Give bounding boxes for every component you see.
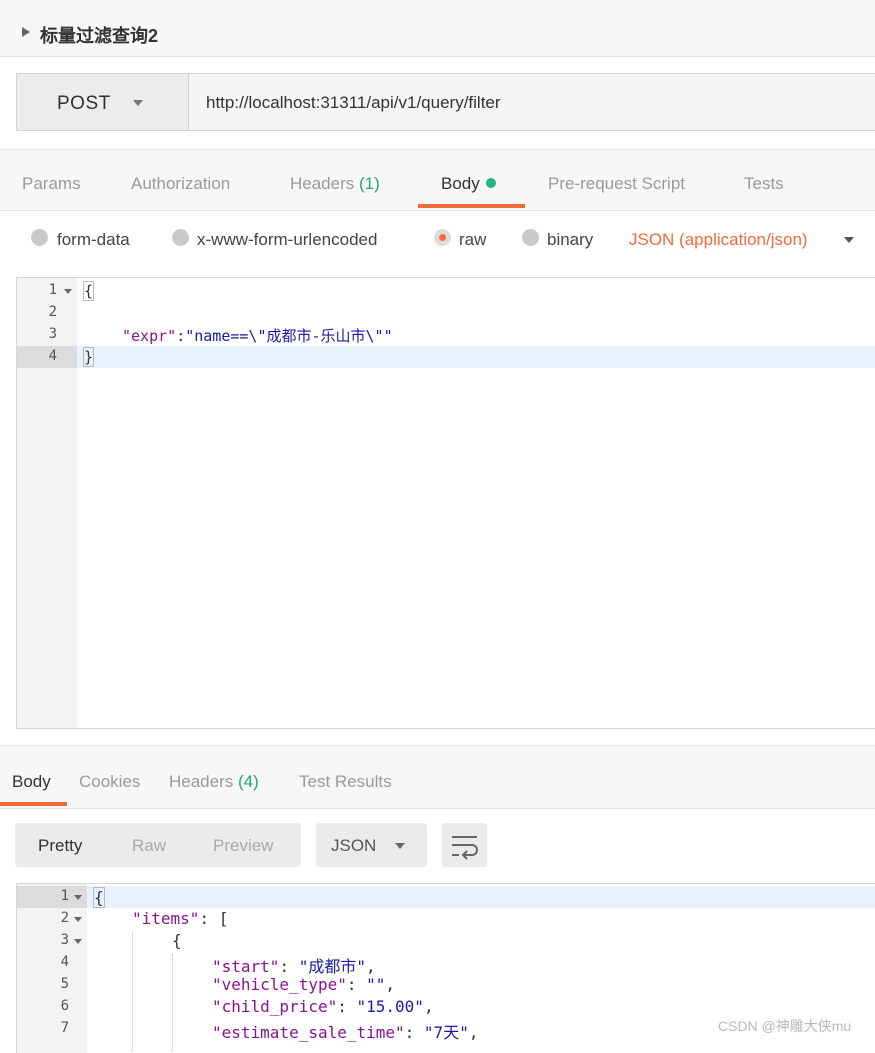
chevron-down-icon [133, 100, 143, 106]
radio-raw[interactable] [434, 229, 451, 246]
json-string-value: "15.00" [356, 997, 424, 1016]
label-form-data[interactable]: form-data [57, 230, 130, 250]
response-line-start: "start": "成都市", [212, 957, 376, 976]
code-open-brace: { [83, 281, 95, 301]
response-line-vehicle-type: "vehicle_type": "", [212, 975, 396, 994]
fold-arrow-icon[interactable] [74, 917, 82, 922]
code-close-brace: } [83, 347, 95, 367]
response-item-open: { [172, 931, 182, 950]
view-preview-button[interactable]: Preview [213, 836, 273, 856]
fold-arrow-icon[interactable] [64, 289, 72, 294]
line-number: 4 [48, 348, 57, 364]
request-body-editor[interactable]: 1 2 3 4 { "expr":"name==\"成都市-乐山市\"" } [16, 277, 875, 729]
tab-params[interactable]: Params [22, 174, 81, 194]
line-number: 3 [48, 326, 57, 342]
response-line-items: "items": [ [132, 909, 228, 928]
json-key: "vehicle_type" [212, 975, 347, 994]
format-select[interactable]: JSON [316, 823, 427, 867]
line-number: 2 [48, 304, 57, 320]
json-string-value: "成都市" [298, 957, 366, 976]
line-number: 2 [60, 910, 69, 926]
collapse-triangle-icon[interactable] [22, 27, 30, 37]
active-line-highlight [17, 346, 875, 368]
response-tab-cookies[interactable]: Cookies [79, 772, 140, 792]
line-number: 7 [60, 1020, 69, 1036]
indent-guide [132, 932, 133, 1053]
line-number: 5 [60, 976, 69, 992]
view-raw-button[interactable]: Raw [132, 836, 166, 856]
radio-form-data[interactable] [31, 229, 48, 246]
active-tab-underline [418, 204, 525, 208]
tab-body[interactable]: Body [441, 174, 496, 194]
tab-tests[interactable]: Tests [744, 174, 784, 194]
label-raw[interactable]: raw [459, 230, 486, 250]
json-string-value: "7天" [423, 1023, 469, 1042]
chevron-down-icon[interactable] [844, 237, 854, 243]
response-line-child-price: "child_price": "15.00", [212, 997, 434, 1016]
label-urlencoded[interactable]: x-www-form-urlencoded [197, 230, 377, 250]
json-key: "start" [212, 957, 280, 976]
method-label: POST [57, 93, 111, 114]
response-tab-headers[interactable]: Headers (4) [169, 772, 259, 792]
json-string-value: "name==\"成都市-乐山市\"" [185, 327, 393, 345]
label-binary[interactable]: binary [547, 230, 593, 250]
json-string-value: "" [366, 975, 386, 994]
code-line-expr: "expr":"name==\"成都市-乐山市\"" [122, 325, 393, 346]
response-headers-label: Headers [169, 772, 234, 791]
watermark: CSDN @神雕大侠mu [718, 1018, 852, 1034]
response-tab-body[interactable]: Body [12, 772, 51, 792]
response-active-tab-underline [0, 802, 67, 806]
request-tabs: Params Authorization Headers (1) Body Pr… [0, 149, 875, 211]
json-punctuation: : [ [199, 909, 229, 928]
fold-arrow-icon[interactable] [74, 895, 82, 900]
radio-binary[interactable] [522, 229, 539, 246]
body-indicator-dot [485, 178, 496, 188]
content-type-select[interactable]: JSON (application/json) [629, 230, 808, 250]
chevron-down-icon [395, 843, 405, 849]
radio-urlencoded[interactable] [172, 229, 189, 246]
line-number: 3 [60, 932, 69, 948]
fold-arrow-icon[interactable] [74, 939, 82, 944]
tab-authorization[interactable]: Authorization [131, 174, 230, 194]
json-key: "items" [132, 909, 200, 928]
request-title: 标量过滤查询2 [40, 26, 159, 46]
line-number: 4 [60, 954, 69, 970]
line-number: 1 [60, 888, 69, 904]
request-title-bar[interactable]: 标量过滤查询2 [0, 0, 875, 57]
response-open-brace: { [93, 887, 105, 908]
method-select[interactable]: POST [16, 73, 189, 131]
view-mode-group: Pretty Raw Preview [15, 823, 301, 867]
tab-headers-label: Headers [290, 174, 355, 193]
wrap-lines-icon [452, 836, 478, 860]
indent-guide [172, 954, 173, 1053]
response-headers-count: (4) [238, 772, 259, 791]
line-number: 1 [48, 282, 57, 298]
tab-body-label: Body [441, 174, 480, 193]
headers-count: (1) [359, 174, 380, 193]
view-pretty-button[interactable]: Pretty [38, 836, 82, 856]
format-label: JSON [331, 836, 377, 855]
url-text: http://localhost:31311/api/v1/query/filt… [206, 93, 501, 112]
response-tab-test-results[interactable]: Test Results [299, 772, 392, 792]
json-key: "child_price" [212, 997, 338, 1016]
tab-headers[interactable]: Headers (1) [290, 174, 380, 194]
url-input[interactable]: http://localhost:31311/api/v1/query/filt… [189, 73, 875, 131]
response-tabs: Body Cookies Headers (4) Test Results [0, 745, 875, 809]
json-colon: : [176, 327, 186, 345]
json-key: "expr" [122, 327, 177, 345]
json-key: "estimate_sale_time" [212, 1023, 405, 1042]
response-active-line [17, 886, 875, 908]
response-line-estimate-sale-time: "estimate_sale_time": "7天", [212, 1023, 479, 1042]
line-number: 6 [60, 998, 69, 1014]
tab-pre-request-script[interactable]: Pre-request Script [548, 174, 685, 194]
wrap-lines-button[interactable] [442, 823, 487, 867]
